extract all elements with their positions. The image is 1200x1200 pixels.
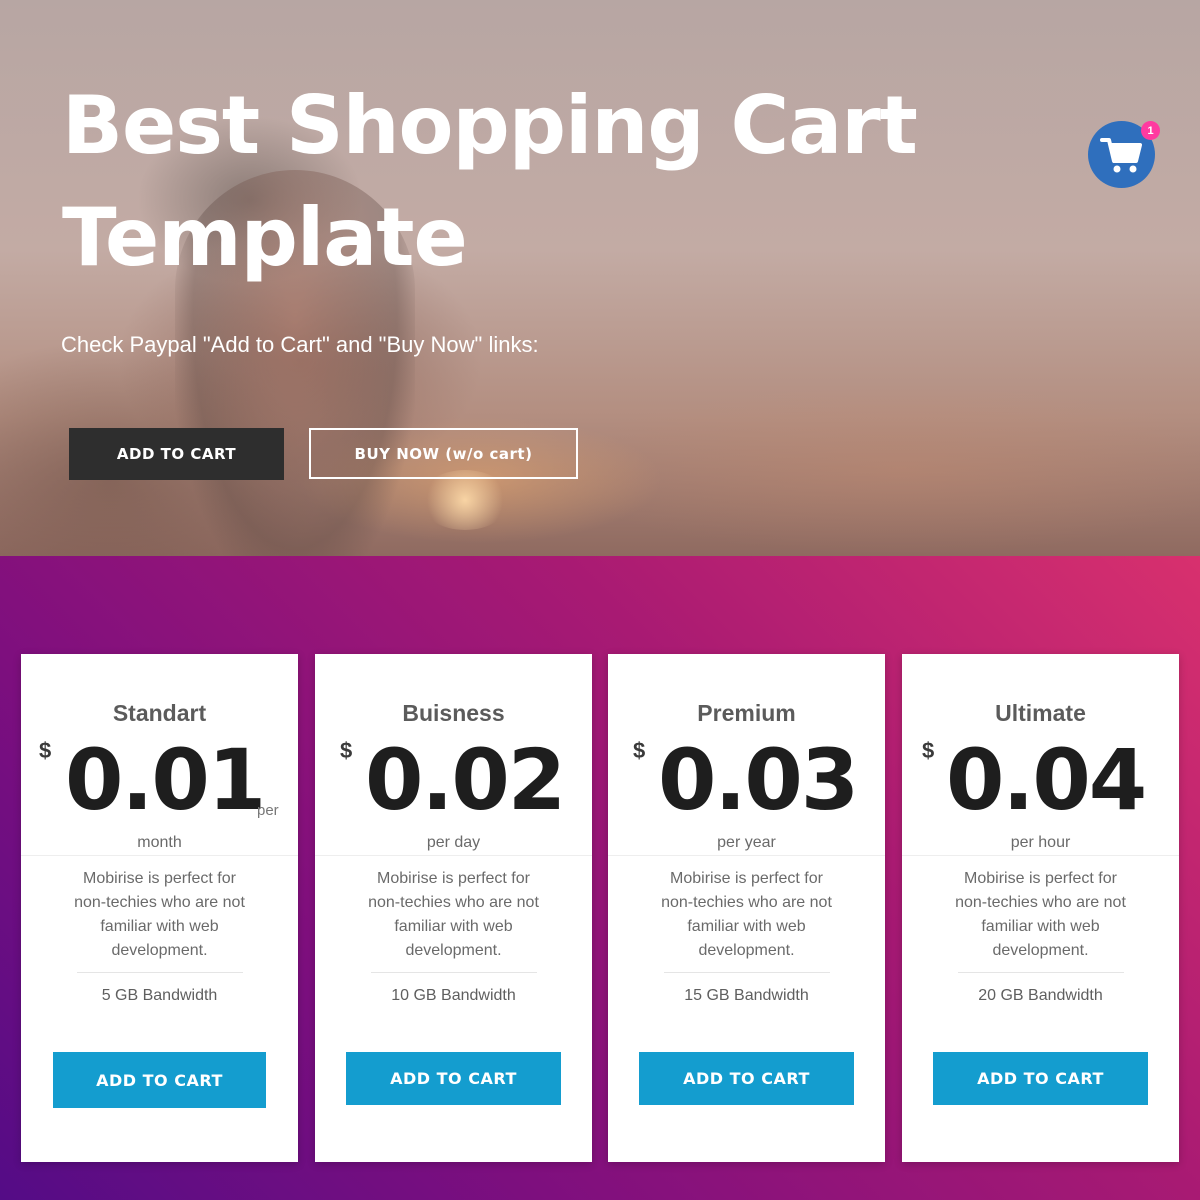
plan-period: per hour bbox=[1010, 834, 1071, 851]
plan-description: Mobirise is perfect for non-techies who … bbox=[955, 870, 1126, 959]
plan-price: 0.03 bbox=[658, 731, 859, 829]
divider bbox=[664, 972, 830, 973]
plan-bandwidth: 15 GB Bandwidth bbox=[684, 987, 809, 1004]
plan-description: Mobirise is perfect for non-techies who … bbox=[368, 870, 539, 959]
shopping-cart-icon bbox=[1099, 137, 1142, 172]
divider bbox=[77, 972, 243, 973]
plan-currency: $ bbox=[922, 738, 935, 763]
hero-background-light bbox=[420, 470, 510, 530]
hero-add-to-cart-button[interactable]: ADD TO CART bbox=[69, 428, 284, 480]
add-to-cart-button[interactable]: ADD TO CART bbox=[639, 1052, 854, 1105]
plan-bandwidth: 10 GB Bandwidth bbox=[391, 987, 516, 1004]
plan-period: per year bbox=[717, 834, 776, 851]
pricing-card-ultimate: Ultimate $ 0.04 per hour Mobirise is per… bbox=[902, 654, 1179, 1162]
plan-bandwidth: 20 GB Bandwidth bbox=[978, 987, 1103, 1004]
plan-name: Standart bbox=[112, 700, 207, 726]
plan-name: Buisness bbox=[402, 700, 505, 726]
plan-period: per day bbox=[426, 834, 481, 851]
divider bbox=[371, 972, 537, 973]
plan-description: Mobirise is perfect for non-techies who … bbox=[74, 870, 245, 959]
add-to-cart-button[interactable]: ADD TO CART bbox=[346, 1052, 561, 1105]
divider bbox=[315, 855, 592, 856]
plan-price: 0.01 bbox=[65, 731, 266, 829]
plan-description: Mobirise is perfect for non-techies who … bbox=[661, 870, 832, 959]
page-title-line1: Best Shopping Cart bbox=[62, 79, 918, 172]
divider bbox=[21, 855, 298, 856]
divider bbox=[608, 855, 885, 856]
divider bbox=[958, 972, 1124, 973]
page-title: Best Shopping Cart Template bbox=[62, 70, 962, 294]
plan-currency: $ bbox=[340, 738, 353, 763]
cart-count-badge: 1 bbox=[1141, 121, 1160, 140]
hero-section: Best Shopping Cart Template Check Paypal… bbox=[0, 0, 1200, 556]
add-to-cart-button[interactable]: ADD TO CART bbox=[53, 1052, 266, 1108]
add-to-cart-button[interactable]: ADD TO CART bbox=[933, 1052, 1148, 1105]
plan-price-per: per bbox=[257, 802, 279, 819]
plan-name: Premium bbox=[697, 700, 796, 726]
plan-period: month bbox=[137, 834, 182, 851]
pricing-card-standart: Standart $ 0.01 per month Mobirise is pe… bbox=[21, 654, 298, 1162]
hero-buy-now-button[interactable]: BUY NOW (w/o cart) bbox=[309, 428, 578, 479]
plan-price: 0.04 bbox=[946, 731, 1147, 829]
page-title-line2: Template bbox=[62, 191, 468, 284]
pricing-card-premium: Premium $ 0.03 per year Mobirise is perf… bbox=[608, 654, 885, 1162]
plan-name: Ultimate bbox=[995, 700, 1086, 726]
plan-currency: $ bbox=[633, 738, 646, 763]
plan-currency: $ bbox=[39, 738, 52, 763]
plan-price: 0.02 bbox=[365, 731, 566, 829]
divider bbox=[902, 855, 1179, 856]
pricing-card-buisness: Buisness $ 0.02 per day Mobirise is perf… bbox=[315, 654, 592, 1162]
plan-bandwidth: 5 GB Bandwidth bbox=[101, 987, 218, 1004]
hero-subtitle: Check Paypal "Add to Cart" and "Buy Now"… bbox=[61, 332, 539, 357]
